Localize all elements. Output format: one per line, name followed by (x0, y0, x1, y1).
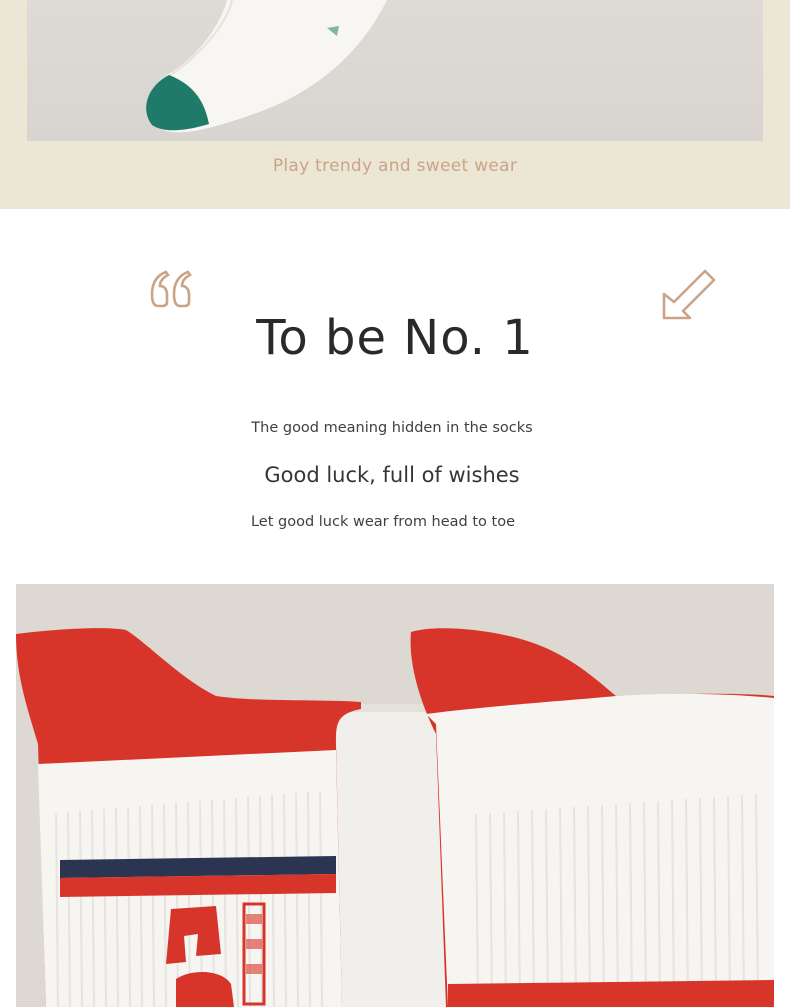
red-white-socks-photo (16, 584, 774, 1007)
luck-text: Good luck, full of wishes (264, 463, 520, 487)
quote-icon (150, 270, 198, 310)
tagline: Play trendy and sweet wear (272, 156, 518, 176)
sock-foot-photo (27, 0, 763, 141)
wear-text: Let good luck wear from head to toe (250, 514, 516, 530)
section-heading: To be No. 1 (256, 310, 534, 366)
top-banner: Play trendy and sweet wear (0, 0, 790, 209)
meaning-text: The good meaning hidden in the socks (251, 420, 533, 436)
